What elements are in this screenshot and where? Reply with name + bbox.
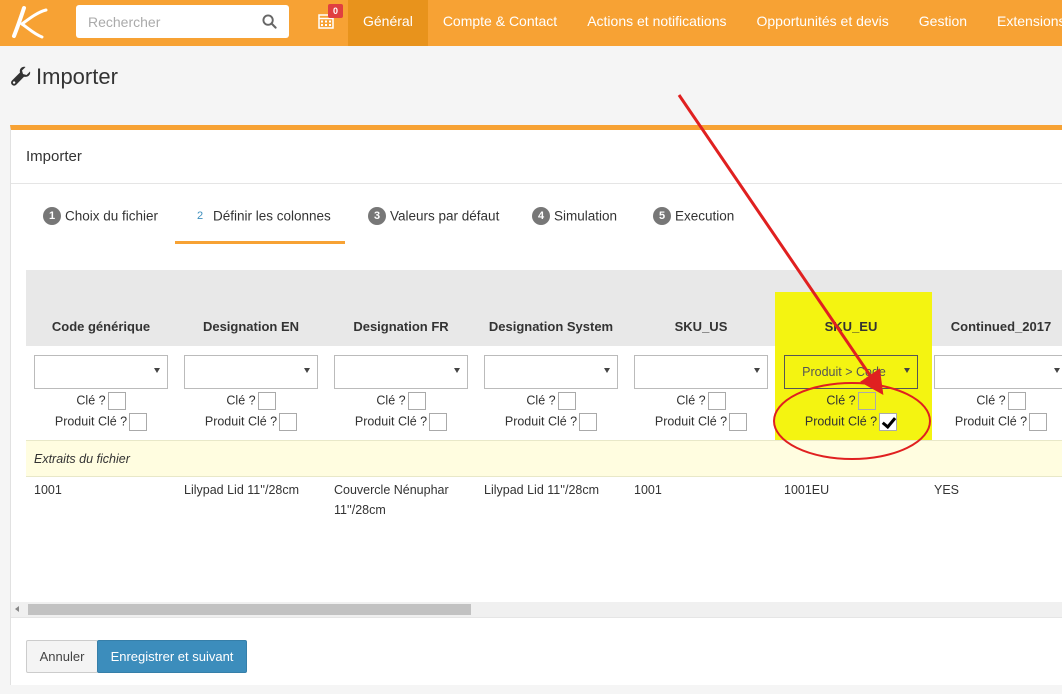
column-mapping-select[interactable] [34,355,168,389]
step-choix-fichier[interactable]: 1 Choix du fichier [43,206,158,244]
cancel-button[interactable]: Annuler [26,640,98,673]
product-key-checkbox[interactable] [579,413,598,431]
product-key-checkbox[interactable] [129,413,148,431]
nav-item-actions[interactable]: Actions et notifications [572,0,741,46]
mapping-table: Extraits du fichier Code générique Clé ?… [26,270,1062,600]
table-cell: 1001EU [784,483,830,497]
column-header: Continued_2017 [950,319,1052,334]
k-logo-icon[interactable] [6,4,48,40]
column-header: Designation FR [353,319,449,334]
column-header: SKU_US [674,319,728,334]
product-key-checkbox[interactable] [429,413,448,431]
divider [11,617,1062,618]
key-row: Clé ? [476,392,626,410]
notification-badge: 0 [328,4,343,18]
column-mapping-select[interactable] [634,355,768,389]
save-next-button[interactable]: Enregistrer et suivant [97,640,247,673]
card-title: Importer [11,130,1062,184]
import-card: Importer 1 Choix du fichier 2 Définir les … [10,125,1062,685]
caret-down-icon [304,368,310,373]
top-navbar: 0 Général Compte & Contact Actions et no… [0,0,1062,46]
product-key-checkbox[interactable] [1029,413,1048,431]
search-input[interactable] [76,5,256,38]
key-checkbox[interactable] [857,392,876,410]
table-cell: Lilypad Lid 11''/28cm [184,483,300,497]
caret-down-icon [754,368,760,373]
step-execution[interactable]: 5 Execution [653,206,734,244]
main-nav: Général Compte & Contact Actions et noti… [348,0,1062,46]
caret-down-icon [154,368,160,373]
nav-item-compte-contact[interactable]: Compte & Contact [428,0,572,46]
step-valeurs-defaut[interactable]: 3 Valeurs par défaut [368,206,499,244]
key-checkbox[interactable] [407,392,426,410]
column-mapping-select[interactable] [184,355,318,389]
search-icon[interactable] [262,14,277,29]
product-key-row: Produit Clé ? [176,413,326,431]
page-title: Importer [10,64,118,90]
key-row: Clé ? [776,392,926,410]
column-header: Designation System [488,319,614,334]
column-header: Designation EN [202,319,300,334]
key-row: Clé ? [26,392,176,410]
product-key-row: Produit Clé ? [476,413,626,431]
key-checkbox[interactable] [107,392,126,410]
horizontal-scrollbar[interactable] [11,602,1062,617]
key-row: Clé ? [926,392,1062,410]
table-cell: 1001 [34,483,62,497]
scroll-left-icon[interactable] [15,606,19,612]
table-cell: YES [934,483,960,497]
caret-down-icon [904,368,910,373]
column-mapping-select[interactable] [484,355,618,389]
nav-item-opportunites[interactable]: Opportunités et devis [742,0,904,46]
column-header: SKU_EU [824,319,878,334]
key-checkbox[interactable] [557,392,576,410]
key-checkbox[interactable] [257,392,276,410]
product-key-checkbox[interactable] [879,413,898,431]
table-cell: Lilypad Lid 11''/28cm [484,483,600,497]
caret-down-icon [1054,368,1060,373]
key-row: Clé ? [176,392,326,410]
table-cell: Couvercle Nénuphar 11''/28cm [334,483,449,517]
column-mapping-select[interactable] [334,355,468,389]
step-simulation[interactable]: 4 Simulation [532,206,617,244]
wrench-icon [11,66,31,86]
extraits-row: Extraits du fichier [26,440,1062,477]
caret-down-icon [604,368,610,373]
nav-item-extensions[interactable]: Extensions [982,0,1062,46]
key-row: Clé ? [626,392,776,410]
page-title-text: Importer [36,64,118,89]
scrollbar-thumb[interactable] [28,604,471,615]
nav-item-gestion[interactable]: Gestion [904,0,982,46]
product-key-checkbox[interactable] [729,413,748,431]
product-key-checkbox[interactable] [279,413,298,431]
product-key-row: Produit Clé ? [26,413,176,431]
column-mapping-select[interactable]: Produit > Code [784,355,918,389]
key-row: Clé ? [326,392,476,410]
column-header: Code générique [51,319,151,334]
column-mapping-select[interactable] [934,355,1062,389]
nav-item-general[interactable]: Général [348,0,428,46]
caret-down-icon [454,368,460,373]
product-key-row: Produit Clé ? [926,413,1062,431]
step-definir-colonnes[interactable]: 2 Définir les colonnes [175,206,345,244]
product-key-row: Produit Clé ? [326,413,476,431]
key-checkbox[interactable] [1007,392,1026,410]
product-key-row: Produit Clé ? [626,413,776,431]
key-checkbox[interactable] [707,392,726,410]
product-key-row: Produit Clé ? [776,413,926,431]
search-box [76,5,289,38]
table-cell: 1001 [634,483,662,497]
